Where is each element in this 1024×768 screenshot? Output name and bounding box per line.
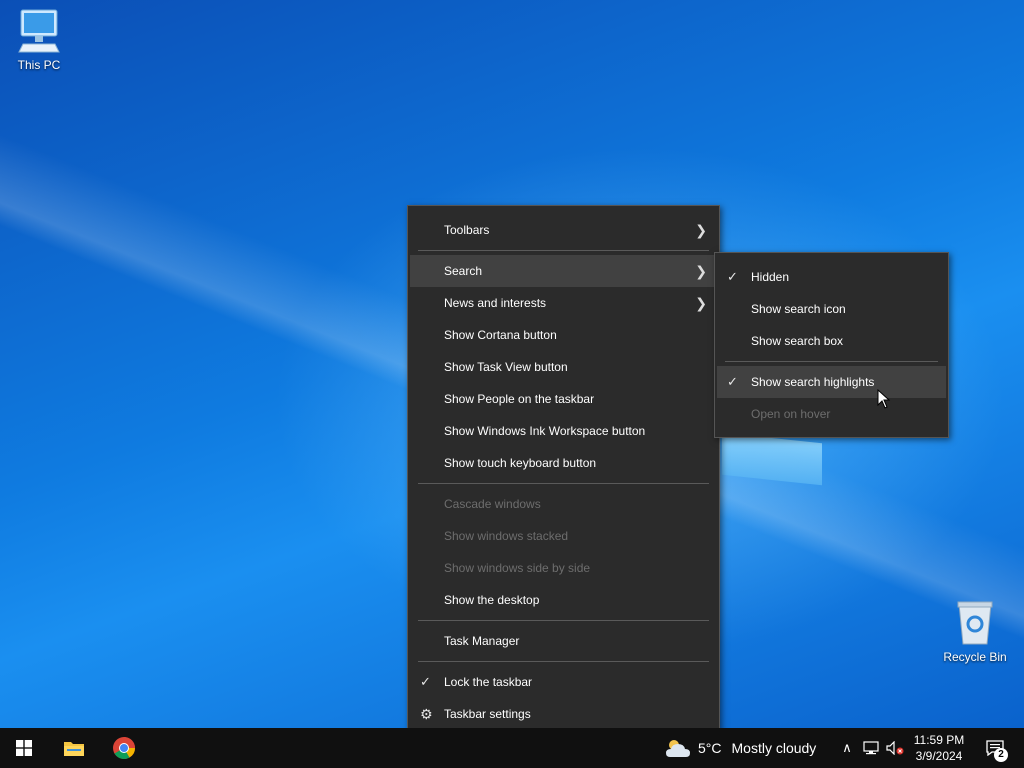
menu-item-show-ink-workspace-button[interactable]: Show Windows Ink Workspace button	[410, 415, 717, 447]
menu-item-show-windows-side-by-side: Show windows side by side	[410, 552, 717, 584]
search-submenu: ✓ Hidden Show search icon Show search bo…	[714, 252, 949, 438]
menu-item-label: Show the desktop	[444, 593, 540, 607]
menu-item-show-people[interactable]: Show People on the taskbar	[410, 383, 717, 415]
show-hidden-icons-chevron-up-icon[interactable]: ∧	[836, 728, 858, 768]
network-monitor-icon	[863, 741, 879, 755]
menu-item-label: Show Cortana button	[444, 328, 557, 342]
chevron-right-icon: ❯	[695, 263, 707, 279]
weather-condition: Mostly cloudy	[731, 740, 817, 756]
chevron-right-icon: ❯	[695, 295, 707, 311]
menu-item-label: Taskbar settings	[444, 707, 531, 721]
menu-item-show-the-desktop[interactable]: Show the desktop	[410, 584, 717, 616]
this-pc-label: This PC	[17, 58, 61, 72]
checkmark-icon: ✓	[727, 374, 738, 389]
chrome-taskbar-button[interactable]	[100, 728, 148, 768]
taskbar[interactable]: 5°C Mostly cloudy ∧ 11:59 PM 3/9/2024 2	[0, 728, 1024, 768]
taskbar-context-menu: Toolbars ❯ Search ❯ News and interests ❯…	[407, 205, 720, 738]
clock-time: 11:59 PM	[913, 733, 965, 747]
menu-item-label: Show touch keyboard button	[444, 456, 597, 470]
menu-item-show-windows-stacked: Show windows stacked	[410, 520, 717, 552]
network-icon[interactable]	[860, 728, 882, 768]
folder-icon	[64, 742, 84, 756]
menu-item-label: News and interests	[444, 296, 547, 310]
menu-item-show-cortana-button[interactable]: Show Cortana button	[410, 319, 717, 351]
computer-icon	[18, 9, 60, 53]
weather-temperature: 5°C	[698, 740, 722, 756]
menu-separator	[725, 361, 938, 362]
windows-logo-icon	[16, 740, 32, 756]
chevron-right-icon: ❯	[695, 222, 707, 238]
menu-separator	[418, 483, 709, 484]
menu-item-label: Show windows side by side	[444, 561, 591, 575]
submenu-item-label: Show search icon	[751, 302, 846, 316]
menu-separator	[418, 250, 709, 251]
recycle-bin-desktop-icon[interactable]: Recycle Bin	[937, 600, 1013, 664]
file-explorer-taskbar-button[interactable]	[50, 728, 98, 768]
notification-center-button[interactable]: 2	[980, 728, 1010, 768]
menu-item-news-and-interests[interactable]: News and interests ❯	[410, 287, 717, 319]
volume-muted-icon[interactable]	[884, 728, 906, 768]
menu-item-label: Show Windows Ink Workspace button	[444, 424, 646, 438]
submenu-item-hidden[interactable]: ✓ Hidden	[717, 261, 946, 293]
cloudy-weather-icon	[666, 740, 690, 757]
submenu-item-show-search-highlights[interactable]: ✓ Show search highlights	[717, 366, 946, 398]
menu-item-taskbar-settings[interactable]: ⚙ Taskbar settings	[410, 698, 717, 730]
submenu-item-label: Open on hover	[751, 407, 831, 421]
mouse-pointer-icon	[877, 389, 891, 409]
menu-item-label: Show Task View button	[444, 360, 568, 374]
system-clock[interactable]: 11:59 PM 3/9/2024	[906, 732, 972, 764]
menu-separator	[418, 661, 709, 662]
submenu-item-show-search-box[interactable]: Show search box	[717, 325, 946, 357]
menu-item-label: Lock the taskbar	[444, 675, 533, 689]
menu-item-toolbars[interactable]: Toolbars ❯	[410, 214, 717, 246]
menu-item-show-touch-keyboard-button[interactable]: Show touch keyboard button	[410, 447, 717, 479]
submenu-item-open-on-hover: Open on hover	[717, 398, 946, 430]
menu-item-search[interactable]: Search ❯	[410, 255, 717, 287]
menu-item-label: Search	[444, 264, 483, 278]
recycle-bin-icon	[957, 601, 993, 645]
menu-item-cascade-windows: Cascade windows	[410, 488, 717, 520]
menu-item-lock-the-taskbar[interactable]: ✓ Lock the taskbar	[410, 666, 717, 698]
menu-item-label: Show windows stacked	[444, 529, 569, 543]
checkmark-icon: ✓	[420, 674, 431, 689]
menu-item-label: Task Manager	[444, 634, 520, 648]
submenu-item-label: Show search highlights	[751, 375, 875, 389]
checkmark-icon: ✓	[727, 269, 738, 284]
gear-icon: ⚙	[420, 706, 433, 722]
menu-item-show-task-view-button[interactable]: Show Task View button	[410, 351, 717, 383]
menu-item-label: Toolbars	[444, 223, 490, 237]
menu-item-task-manager[interactable]: Task Manager	[410, 625, 717, 657]
notification-count-badge: 2	[994, 748, 1008, 762]
weather-widget[interactable]: 5°C Mostly cloudy	[664, 728, 834, 768]
submenu-item-show-search-icon[interactable]: Show search icon	[717, 293, 946, 325]
chrome-icon	[113, 737, 135, 759]
speaker-muted-icon	[886, 741, 904, 755]
this-pc-desktop-icon[interactable]: This PC	[1, 8, 77, 72]
recycle-bin-label: Recycle Bin	[943, 650, 1007, 664]
menu-item-label: Cascade windows	[444, 497, 541, 511]
start-button[interactable]	[0, 728, 48, 768]
submenu-item-label: Hidden	[751, 270, 790, 284]
submenu-item-label: Show search box	[751, 334, 844, 348]
clock-date: 3/9/2024	[915, 749, 963, 763]
menu-separator	[418, 620, 709, 621]
menu-item-label: Show People on the taskbar	[444, 392, 595, 406]
